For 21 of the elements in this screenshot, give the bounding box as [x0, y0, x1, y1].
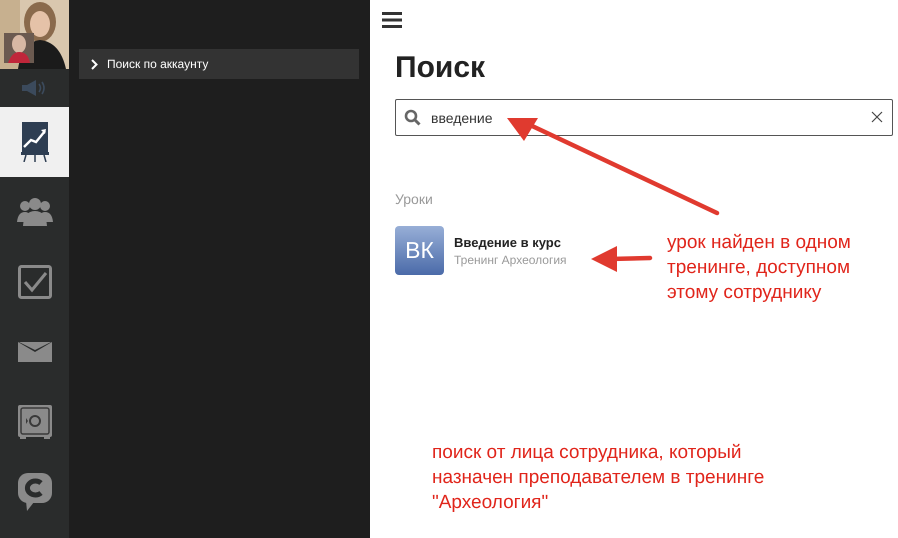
menu-item[interactable]: Поиск по аккаунту	[79, 49, 359, 79]
checkbox-icon	[18, 265, 52, 299]
clear-icon[interactable]	[871, 111, 883, 123]
chevron-icon	[91, 58, 98, 70]
search-field[interactable]: введение	[395, 99, 893, 136]
lesson-thumbnail: ВК	[395, 226, 444, 275]
chart-board-icon	[20, 122, 48, 162]
annotation-text: поиск от лица сотрудника, который назначен преподавателем в тренинге "Археология"	[432, 441, 764, 515]
menu-icon[interactable]	[382, 12, 402, 28]
annotation-text: урок найден в одном тренинге, доступном этому сотруднику	[667, 231, 851, 305]
mail-icon	[18, 342, 52, 362]
annotation-arrow	[591, 246, 652, 272]
section-heading: Уроки	[395, 191, 433, 207]
nav-item[interactable]	[0, 107, 69, 177]
users-icon	[16, 198, 52, 226]
lesson-subtitle: Тренинг Археология	[454, 252, 567, 266]
safe-icon	[18, 405, 52, 439]
chat-icon	[18, 473, 52, 511]
speaker-icon	[22, 80, 48, 96]
lesson-link[interactable]: Введение в курс	[454, 234, 567, 250]
page-title: Поиск	[395, 50, 486, 86]
